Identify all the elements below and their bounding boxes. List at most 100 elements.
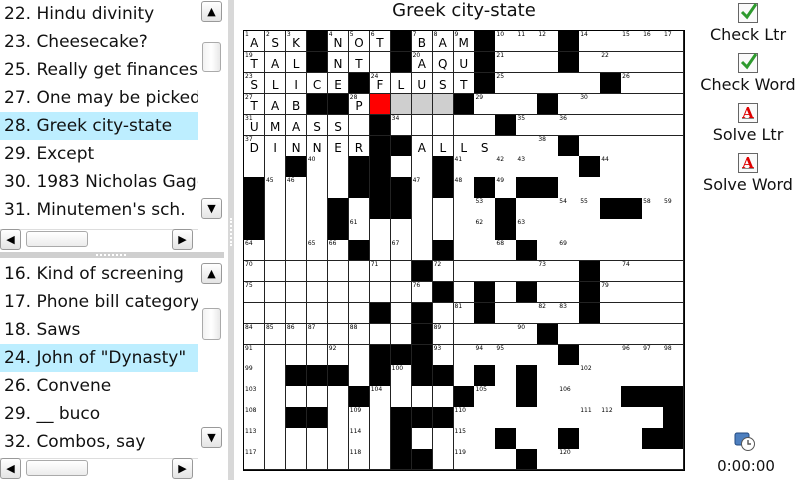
grid-cell[interactable]: 88 <box>348 323 371 346</box>
grid-cell[interactable]: L <box>285 51 308 74</box>
grid-cell[interactable] <box>411 219 434 241</box>
grid-cell[interactable]: 27 T <box>244 93 266 116</box>
grid-cell[interactable] <box>411 93 434 116</box>
grid-cell[interactable] <box>558 407 580 429</box>
grid-cell[interactable] <box>453 365 475 387</box>
clue-item[interactable]: 29. __ buco <box>0 400 198 428</box>
grid-cell[interactable] <box>579 114 601 136</box>
grid-cell[interactable]: Q <box>432 51 454 74</box>
grid-cell[interactable] <box>306 344 329 366</box>
grid-cell[interactable] <box>600 365 622 387</box>
grid-cell[interactable]: 42 <box>495 156 517 178</box>
grid-cell[interactable] <box>621 407 643 429</box>
scroll-up-button[interactable]: ▲ <box>201 1 222 22</box>
grid-cell[interactable]: 91 <box>244 344 266 366</box>
grid-cell[interactable] <box>474 407 496 429</box>
grid-cell[interactable]: 8A <box>432 31 454 53</box>
grid-cell[interactable]: 69 <box>558 240 580 262</box>
grid-cell[interactable] <box>579 177 601 199</box>
grid-cell[interactable] <box>516 72 538 95</box>
clue-item[interactable]: 16. Kind of screening <box>0 260 198 288</box>
crossword-grid[interactable]: 1 A 2 S 3 K 4 N 5 O 6 T 7 B 8 A 9 M S 10 11 12 13 14 15 16 17 19 T A L… <box>243 30 685 471</box>
grid-cell[interactable] <box>621 323 643 346</box>
grid-cell[interactable]: 62 <box>474 219 496 241</box>
grid-cell[interactable]: 44 <box>600 156 622 178</box>
grid-cell[interactable]: 75 <box>244 281 266 304</box>
grid-cell[interactable] <box>432 198 454 220</box>
grid-cell[interactable] <box>516 302 538 325</box>
grid-cell[interactable] <box>558 323 580 346</box>
grid-cell[interactable]: 9M <box>453 31 475 53</box>
grid-cell[interactable] <box>411 156 434 178</box>
grid-cell[interactable] <box>600 240 622 262</box>
grid-cell[interactable]: 30 <box>579 93 601 116</box>
grid-cell[interactable]: 85 <box>264 323 287 346</box>
grid-cell[interactable] <box>537 344 559 366</box>
grid-cell[interactable] <box>453 219 475 241</box>
grid-cell[interactable]: 95 <box>495 344 517 366</box>
grid-cell[interactable] <box>390 219 413 241</box>
grid-cell[interactable] <box>516 51 538 74</box>
grid-cell[interactable] <box>495 93 517 116</box>
grid-cell[interactable] <box>453 114 475 136</box>
grid-cell[interactable]: 100 <box>390 365 413 387</box>
grid-cell[interactable]: 49 <box>495 177 517 199</box>
grid-cell[interactable] <box>600 386 622 408</box>
grid-cell[interactable] <box>495 407 517 429</box>
grid-cell[interactable]: 16 <box>642 31 664 53</box>
grid-cell[interactable] <box>285 302 308 325</box>
grid-cell[interactable] <box>369 449 392 471</box>
grid-cell[interactable] <box>663 51 685 74</box>
grid-cell[interactable]: 118 <box>348 449 371 471</box>
grid-cell[interactable] <box>327 177 350 199</box>
grid-cell[interactable]: 81 <box>453 302 475 325</box>
grid-cell[interactable] <box>537 365 559 387</box>
grid-cell[interactable] <box>390 302 413 325</box>
grid-cell[interactable]: E <box>327 72 350 95</box>
grid-cell[interactable] <box>642 114 664 136</box>
grid-cell[interactable] <box>600 428 622 450</box>
grid-cell[interactable] <box>663 365 685 387</box>
grid-cell[interactable]: 54 <box>558 198 580 220</box>
grid-cell[interactable]: 86 <box>285 323 308 346</box>
grid-cell[interactable]: 68 <box>495 240 517 262</box>
grid-cell[interactable]: 114 <box>348 428 371 450</box>
grid-cell[interactable] <box>600 260 622 283</box>
grid-cell[interactable]: 17 <box>663 31 685 53</box>
grid-cell[interactable]: 26 <box>621 72 643 95</box>
grid-cell[interactable] <box>285 219 308 241</box>
grid-cell[interactable] <box>516 198 538 220</box>
grid-cell[interactable] <box>537 51 559 74</box>
scroll-left-button[interactable]: ◀ <box>0 458 21 479</box>
grid-cell[interactable] <box>369 219 392 241</box>
clue-item[interactable]: 17. Phone bill category <box>0 288 198 316</box>
grid-cell[interactable] <box>642 156 664 178</box>
grid-cell[interactable] <box>327 428 350 450</box>
grid-cell[interactable] <box>285 260 308 283</box>
grid-cell[interactable] <box>411 386 434 408</box>
grid-cell[interactable]: 96 <box>621 344 643 366</box>
scroll-down-button[interactable]: ▼ <box>201 427 222 448</box>
clue-item[interactable]: 28. Greek city-state <box>0 112 198 140</box>
grid-cell[interactable] <box>369 281 392 304</box>
grid-cell[interactable]: 105 <box>474 386 496 408</box>
grid-cell[interactable] <box>558 156 580 178</box>
grid-cell[interactable]: 11 <box>516 31 538 53</box>
grid-cell[interactable] <box>348 114 371 136</box>
grid-cell[interactable] <box>348 198 371 220</box>
grid-cell[interactable] <box>285 240 308 262</box>
grid-cell[interactable]: 20 A <box>411 51 434 74</box>
grid-cell[interactable] <box>264 198 287 220</box>
grid-cell[interactable] <box>600 449 622 471</box>
grid-cell[interactable] <box>663 240 685 262</box>
across-horizontal-scrollbar[interactable]: ◀ ▶ <box>0 229 198 250</box>
grid-cell[interactable] <box>264 156 287 178</box>
grid-cell[interactable] <box>642 449 664 471</box>
grid-cell[interactable] <box>621 177 643 199</box>
grid-cell[interactable]: 58 <box>642 198 664 220</box>
grid-cell[interactable] <box>621 449 643 471</box>
grid-cell[interactable] <box>537 219 559 241</box>
grid-cell[interactable]: S <box>327 114 350 136</box>
grid-cell[interactable]: 102 <box>579 365 601 387</box>
grid-cell[interactable]: 113 <box>244 428 266 450</box>
